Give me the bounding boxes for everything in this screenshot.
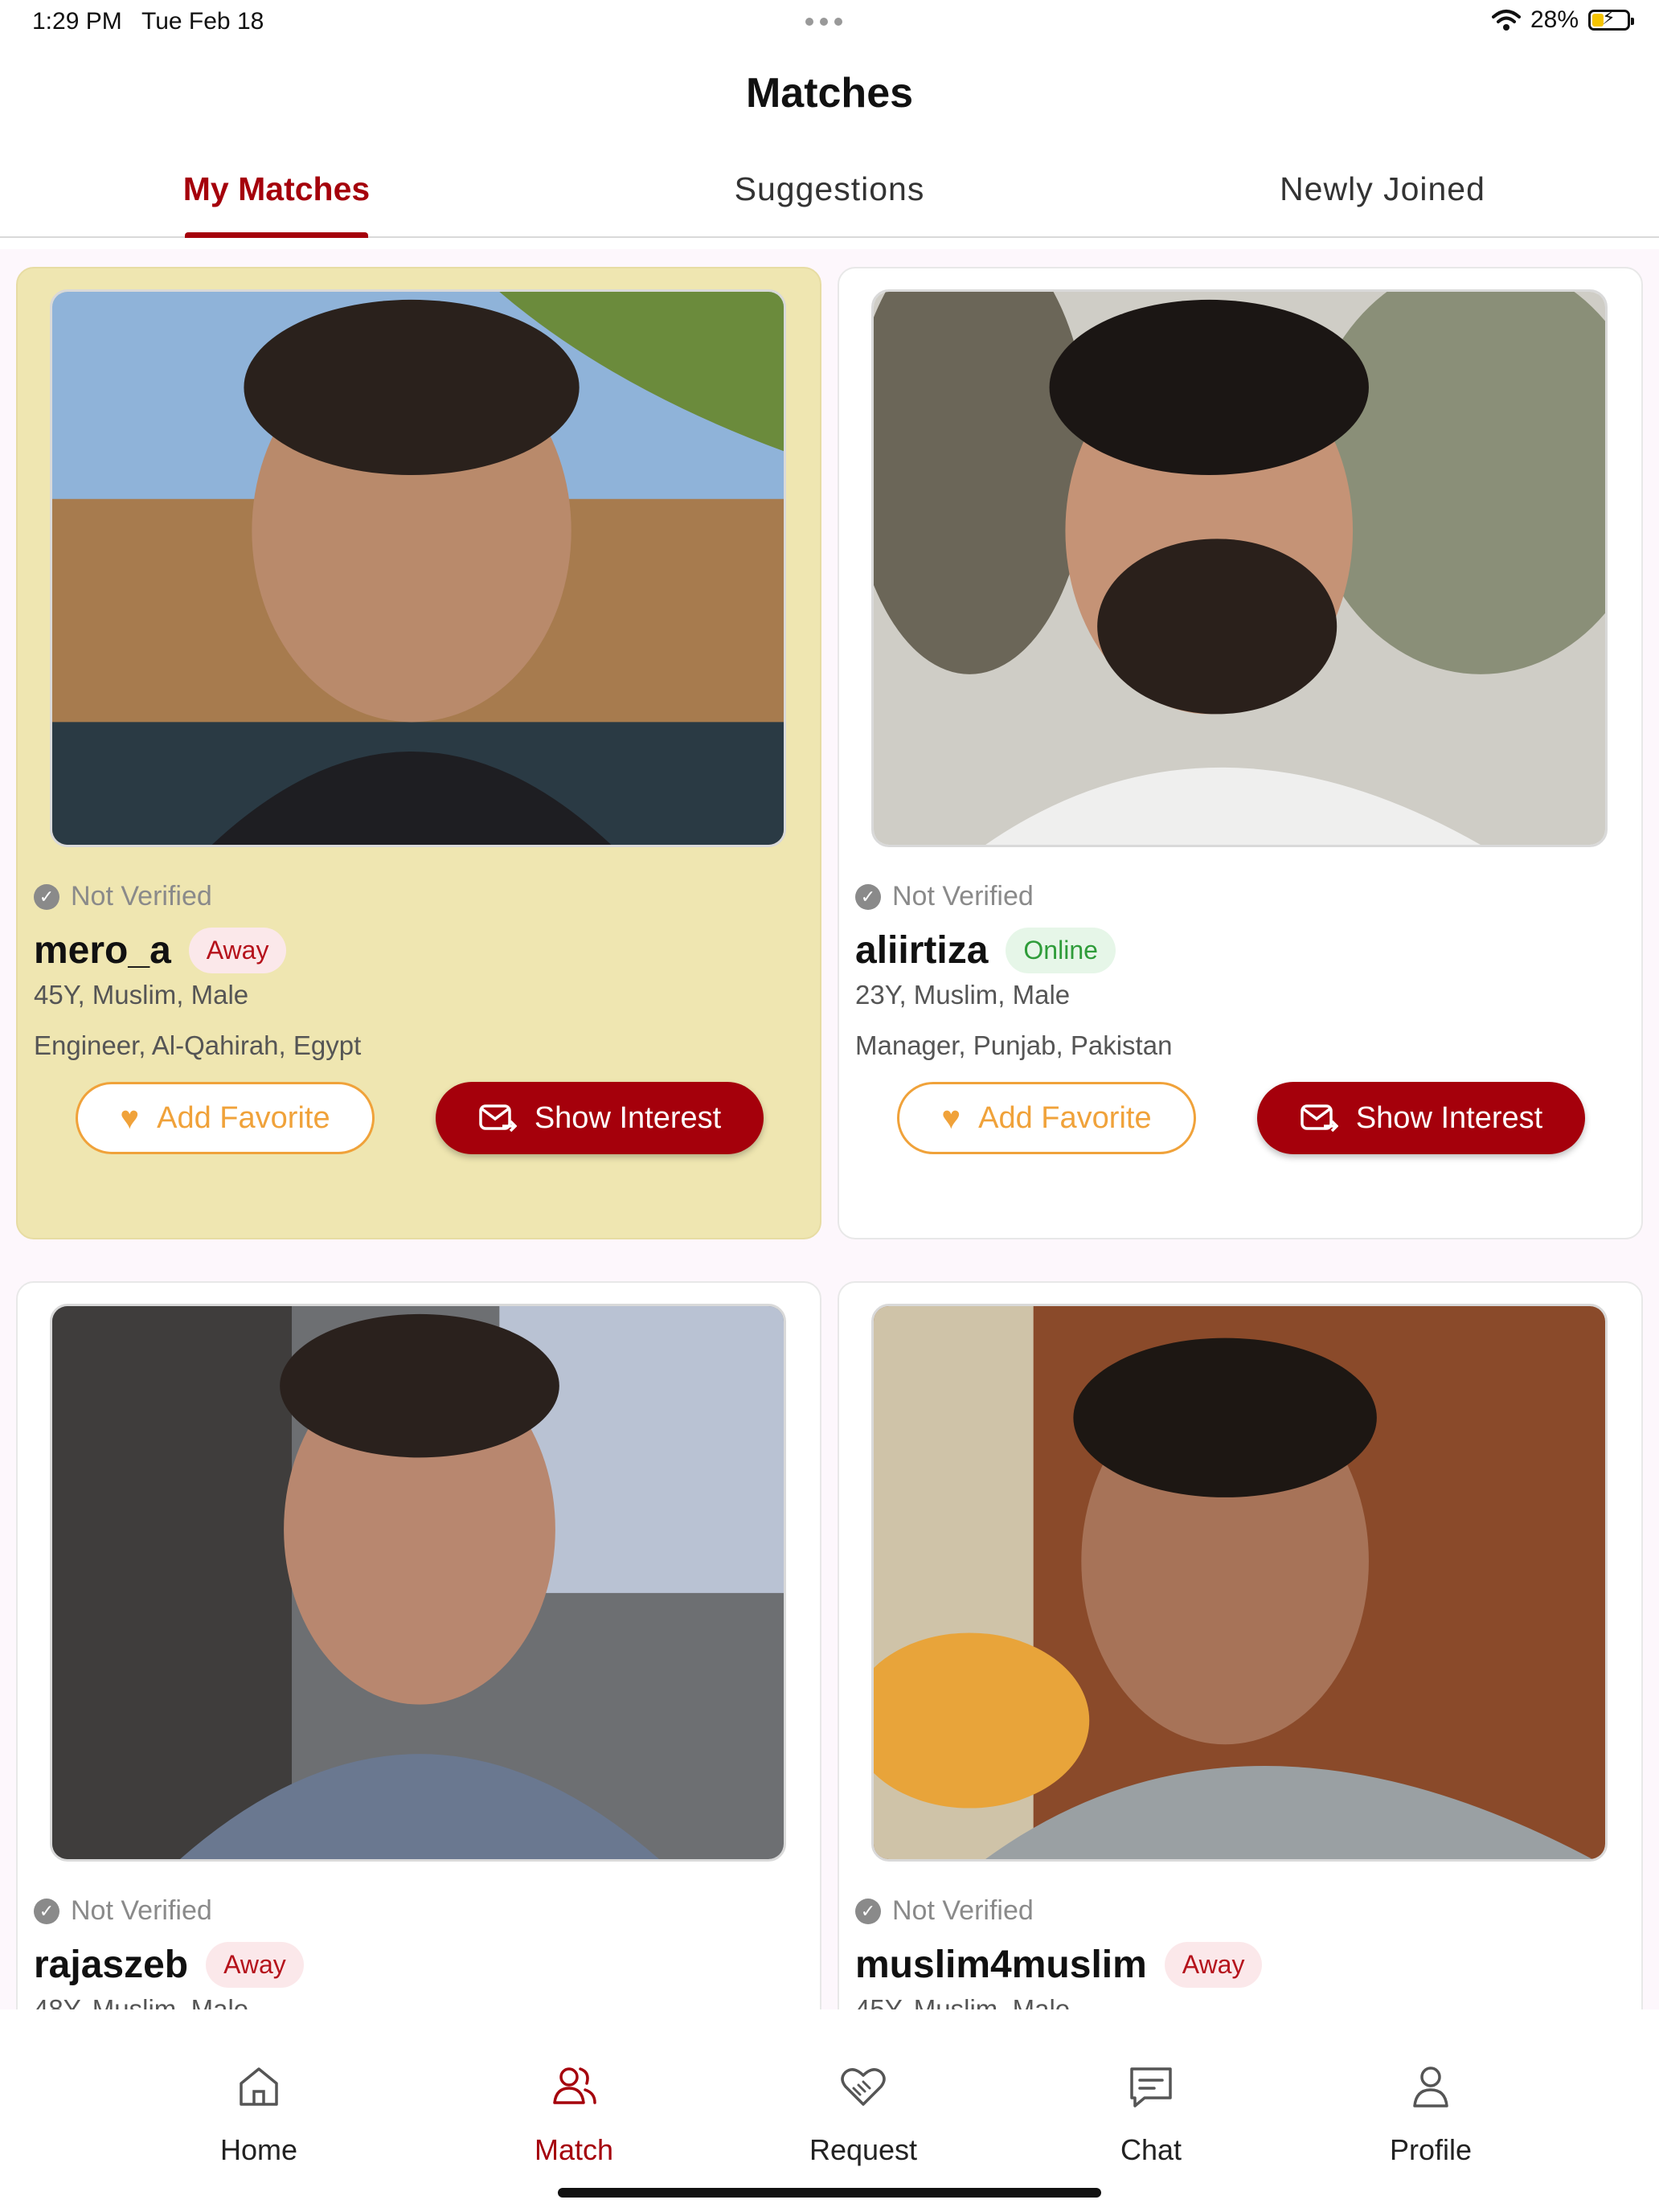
status-bar: 1:29 PM Tue Feb 18 28% ⚡: [0, 0, 1659, 45]
status-badge: Away: [1164, 1942, 1263, 1988]
tab-label: Newly Joined: [1280, 170, 1485, 207]
tab-bar: My Matches Suggestions Newly Joined: [0, 161, 1659, 238]
match-card[interactable]: ✓ Not Verified muslim4muslim Away 45Y, M…: [838, 1281, 1643, 2009]
nav-label: Profile: [1389, 2133, 1473, 2166]
verification-text: Not Verified: [892, 881, 1034, 911]
verification-status: ✓ Not Verified: [855, 881, 1034, 912]
status-badge: Away: [206, 1942, 304, 1988]
tab-suggestions[interactable]: Suggestions: [553, 161, 1106, 236]
status-badge: Away: [188, 928, 287, 973]
send-mail-icon: [479, 1104, 517, 1133]
match-users-icon: [553, 2067, 596, 2104]
wifi-icon: [1491, 10, 1521, 31]
name-row: mero_a Away: [34, 928, 287, 973]
username[interactable]: mero_a: [34, 928, 171, 973]
match-card[interactable]: ✓ Not Verified aliirtiza Online 23Y, Mus…: [838, 267, 1643, 1239]
button-label: Show Interest: [534, 1100, 722, 1135]
verified-badge-icon: ✓: [34, 1898, 59, 1924]
status-time: 1:29 PM: [32, 8, 122, 35]
nav-home[interactable]: Home: [162, 2061, 355, 2167]
battery-percent: 28%: [1530, 6, 1579, 33]
button-label: Show Interest: [1355, 1100, 1543, 1135]
username[interactable]: muslim4muslim: [855, 1943, 1147, 1987]
verified-badge-icon: ✓: [34, 883, 59, 910]
status-indicators: 28% ⚡: [1491, 6, 1634, 34]
home-icon: [240, 2067, 278, 2106]
home-indicator[interactable]: [558, 2188, 1101, 2198]
handshake-heart-icon: [841, 2068, 886, 2106]
button-label: Add Favorite: [157, 1100, 330, 1135]
verification-status: ✓ Not Verified: [34, 1895, 212, 1927]
verification-text: Not Verified: [71, 881, 212, 911]
profile-photo[interactable]: [50, 1304, 786, 1862]
match-card[interactable]: ✓ Not Verified rajaszeb Away 48Y, Muslim…: [16, 1281, 821, 2009]
profile-details: 23Y, Muslim, Male: [855, 980, 1071, 1010]
profile-icon: [1413, 2067, 1448, 2108]
status-badge: Online: [1006, 928, 1116, 973]
nav-label: Match: [534, 2133, 614, 2166]
multitasking-dots-icon[interactable]: [805, 18, 842, 26]
profile-location: Manager, Punjab, Pakistan: [855, 1030, 1173, 1060]
show-interest-button[interactable]: Show Interest: [436, 1082, 764, 1154]
verified-badge-icon: ✓: [855, 1898, 881, 1924]
profile-details: 45Y, Muslim, Male: [855, 1994, 1071, 2009]
heart-icon: ♥: [120, 1100, 140, 1136]
profile-photo[interactable]: [871, 1304, 1608, 1862]
bottom-nav: Home Match Request Chat Profile: [0, 2009, 1659, 2212]
status-date: Tue Feb 18: [141, 8, 264, 35]
verification-text: Not Verified: [71, 1895, 212, 1926]
tab-newly-joined[interactable]: Newly Joined: [1106, 161, 1659, 236]
add-favorite-button[interactable]: ♥ Add Favorite: [897, 1082, 1196, 1154]
profile-photo[interactable]: [871, 289, 1608, 847]
nav-label: Request: [809, 2133, 918, 2166]
nav-request[interactable]: Request: [767, 2061, 960, 2167]
active-tab-indicator: [185, 232, 368, 238]
button-label: Add Favorite: [978, 1100, 1152, 1135]
name-row: aliirtiza Online: [855, 928, 1116, 973]
add-favorite-button[interactable]: ♥ Add Favorite: [76, 1082, 375, 1154]
verification-status: ✓ Not Verified: [34, 881, 212, 912]
profile-photo[interactable]: [50, 289, 786, 847]
page-title: Matches: [745, 70, 914, 117]
nav-match[interactable]: Match: [477, 2061, 670, 2167]
nav-label: Chat: [1120, 2133, 1182, 2166]
verification-status: ✓ Not Verified: [855, 1895, 1034, 1927]
username[interactable]: rajaszeb: [34, 1943, 188, 1987]
tab-label: My Matches: [182, 170, 371, 207]
nav-profile[interactable]: Profile: [1334, 2061, 1527, 2167]
matches-grid: ✓ Not Verified mero_a Away 45Y, Muslim, …: [0, 249, 1659, 2009]
profile-details: 48Y, Muslim, Male: [34, 1994, 249, 2009]
tab-my-matches[interactable]: My Matches: [0, 161, 553, 238]
tab-label: Suggestions: [734, 170, 925, 207]
verified-badge-icon: ✓: [855, 883, 881, 910]
heart-icon: ♥: [941, 1100, 961, 1136]
nav-chat[interactable]: Chat: [1055, 2061, 1247, 2167]
username[interactable]: aliirtiza: [855, 928, 988, 973]
show-interest-button[interactable]: Show Interest: [1257, 1082, 1585, 1154]
match-card[interactable]: ✓ Not Verified mero_a Away 45Y, Muslim, …: [16, 267, 821, 1239]
nav-label: Home: [219, 2133, 298, 2166]
profile-details: 45Y, Muslim, Male: [34, 980, 249, 1010]
send-mail-icon: [1301, 1104, 1338, 1133]
name-row: muslim4muslim Away: [855, 1942, 1263, 1988]
battery-icon: ⚡: [1588, 9, 1634, 31]
name-row: rajaszeb Away: [34, 1942, 304, 1988]
profile-location: Engineer, Al-Qahirah, Egypt: [34, 1030, 362, 1060]
verification-text: Not Verified: [892, 1895, 1034, 1926]
chat-icon: [1130, 2067, 1172, 2108]
